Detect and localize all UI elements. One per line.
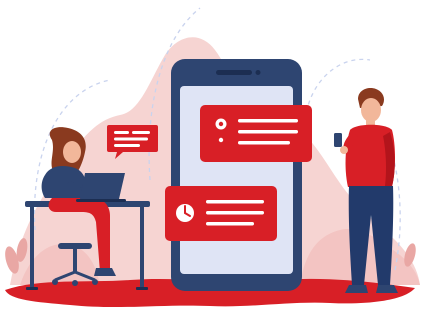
- small-smartphone-icon: [334, 133, 342, 147]
- clock-icon: [176, 204, 194, 222]
- illustration-canvas: [5, 7, 420, 308]
- notification-card-time: [165, 186, 277, 241]
- notification-card-location: [200, 105, 312, 162]
- smartphone-icon: [171, 59, 302, 291]
- illustration-scene: [0, 0, 423, 322]
